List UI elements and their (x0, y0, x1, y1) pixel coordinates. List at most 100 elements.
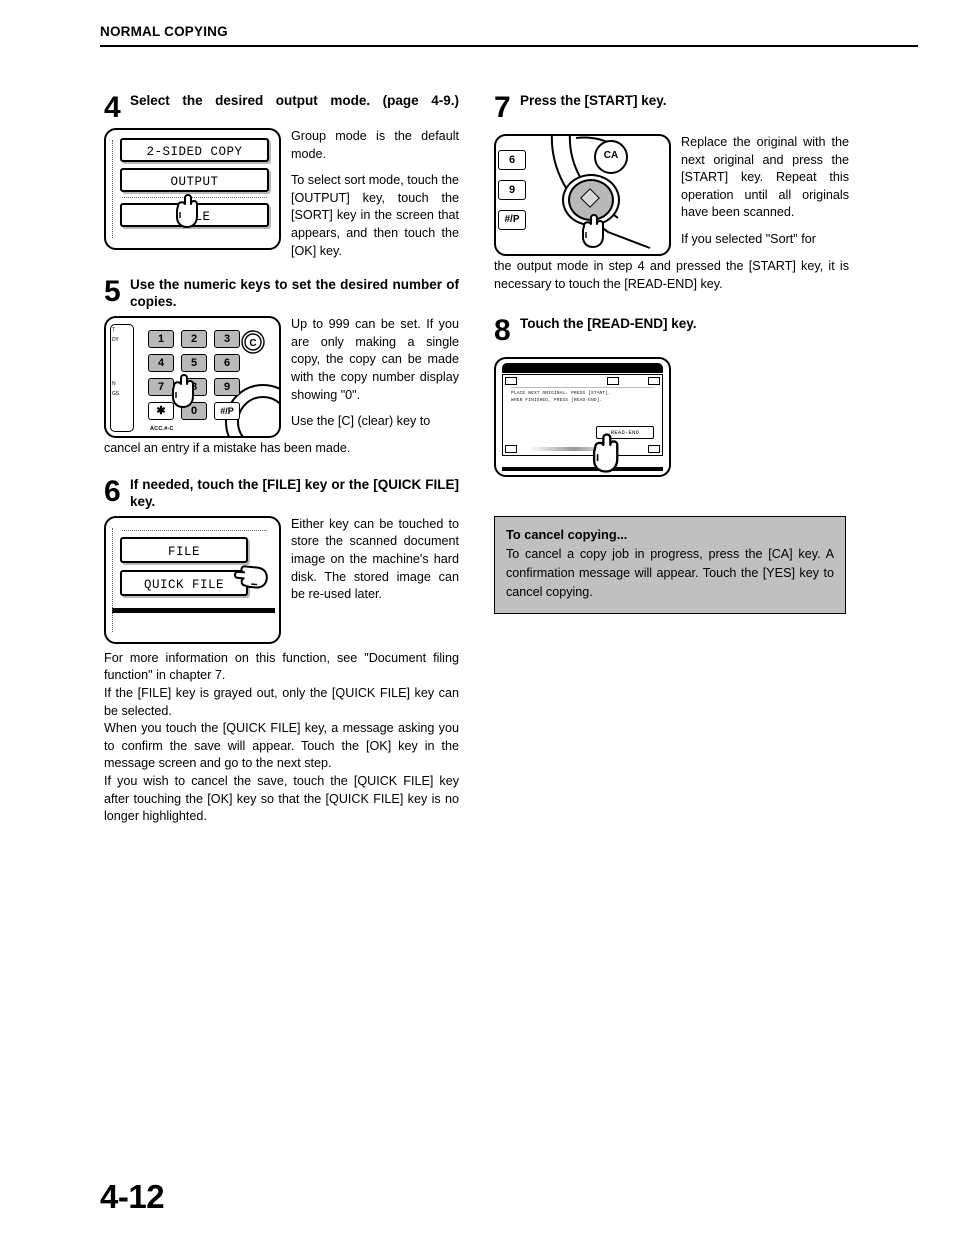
step-7-figure-cell: 6 9 #/P CA (494, 134, 671, 256)
step-5-para-2: Use the [C] (clear) key to (291, 414, 431, 429)
step-5-figure-row: T DY N GS 1 2 3 4 5 6 7 8 9 ✱ 0 #/P C AC… (104, 316, 459, 439)
step-8-figure-cell: PLACE NEXT ORIGINAL. PRESS [START]. WHEN… (494, 357, 849, 478)
step-7-heading: 7 Press the [START] key. (494, 91, 849, 124)
step-6-below-text: For more information on this function, s… (104, 650, 459, 826)
step-6-below-para-2: If the [FILE] key is grayed out, only th… (104, 685, 459, 718)
lcd-file-keys-panel: FILE QUICK FILE (104, 515, 281, 644)
start-key-panel: 6 9 #/P CA (494, 134, 671, 256)
step-7-below-para: the output mode in step 4 and pressed th… (494, 259, 849, 291)
step-7-para-1: Replace the original with the next origi… (681, 135, 849, 220)
softkey-file[interactable]: FILE (120, 536, 248, 563)
softkey-file[interactable]: FILE (120, 203, 269, 227)
keypad-side-label-1: T (112, 327, 115, 334)
keypad-key-9[interactable]: 9 (214, 378, 240, 397)
panel-bottom-bar (502, 467, 663, 472)
panel-top-bar (502, 363, 663, 374)
step-7-number: 7 (494, 91, 511, 124)
step-6-below-para-3: When you touch the [QUICK FILE] key, a m… (104, 721, 459, 771)
softkey-quick-file[interactable]: QUICK FILE (120, 569, 248, 596)
step-8-heading: 8 Touch the [READ-END] key. (494, 314, 849, 348)
step-4: 4 Select the desired output mode. (page … (104, 92, 459, 260)
keypad-side-label-2: DY (112, 337, 119, 344)
read-end-button[interactable]: READ-END (596, 426, 654, 440)
panel-inner-edge (112, 527, 113, 632)
step-5-below-para: cancel an entry if a mistake has been ma… (104, 441, 351, 456)
step-7-para-2: If you selected "Sort" for (681, 231, 816, 246)
right-column: 7 Press the [START] key. 6 9 #/P CA Repl… (494, 92, 849, 483)
panel-key-9[interactable]: 9 (498, 180, 526, 200)
screen-status-strip (529, 447, 619, 452)
step-5-figure-cell: T DY N GS 1 2 3 4 5 6 7 8 9 ✱ 0 #/P C AC… (104, 316, 281, 439)
page-header: NORMAL COPYING (100, 24, 918, 47)
note-body-para: To cancel a copy job in progress, press … (506, 547, 834, 599)
step-7-below-text: the output mode in step 4 and pressed th… (494, 258, 849, 293)
step-6-para-1: Either key can be touched to store the s… (291, 516, 459, 602)
step-6-below-para-1: For more information on this function, s… (104, 650, 459, 683)
lcd-message: PLACE NEXT ORIGINAL. PRESS [START]. WHEN… (511, 387, 654, 404)
step-6-text: Either key can be touched to store the s… (281, 516, 459, 604)
keypad-side-label-3: N (112, 381, 116, 388)
step-4-para-1: Group mode is the default mode. (291, 129, 459, 161)
step-7-title: Press the [START] key. (520, 93, 667, 108)
step-6-figure-cell: FILE QUICK FILE (104, 515, 281, 644)
numeric-keypad-panel: T DY N GS 1 2 3 4 5 6 7 8 9 ✱ 0 #/P C AC… (104, 316, 281, 439)
step-5: 5 Use the numeric keys to set the desire… (104, 276, 459, 458)
screen-notch-mid (607, 377, 619, 386)
step-4-number: 4 (104, 91, 121, 124)
keypad-key-6[interactable]: 6 (214, 354, 240, 373)
keypad-key-7[interactable]: 7 (148, 378, 174, 397)
step-5-title: Use the numeric keys to set the desired … (130, 277, 459, 310)
step-4-para-2: To select sort mode, touch the [OUTPUT] … (291, 173, 460, 258)
keypad-side-label-4: GS (112, 391, 119, 398)
read-end-screen-panel: PLACE NEXT ORIGINAL. PRESS [START]. WHEN… (494, 357, 671, 478)
step-5-below-text: cancel an entry if a mistake has been ma… (104, 440, 459, 458)
keypad-key-0[interactable]: 0 (181, 402, 207, 421)
step-4-heading: 4 Select the desired output mode. (page … (104, 91, 459, 124)
page-header-title: NORMAL COPYING (100, 24, 228, 39)
step-5-heading: 5 Use the numeric keys to set the desire… (104, 276, 459, 310)
lcd-output-mode-panel: 2-SIDED COPY OUTPUT FILE (104, 128, 281, 250)
step-8-title: Touch the [READ-END] key. (520, 316, 697, 332)
keypad-key-8[interactable]: 8 (181, 378, 207, 397)
keypad-keys: 1 2 3 4 5 6 7 8 9 ✱ 0 #/P (148, 330, 240, 421)
step-4-text: Group mode is the default mode. To selec… (281, 128, 459, 260)
header-rule (100, 45, 918, 47)
keypad-side-strip: T DY N GS (110, 324, 134, 433)
keypad-acc-label: ACC.#-C (150, 426, 174, 433)
keypad-key-asterisk[interactable]: ✱ (148, 402, 174, 421)
page-number: 4-12 (100, 1178, 165, 1215)
clear-key-icon[interactable]: C (241, 330, 265, 354)
panel-key-6[interactable]: 6 (498, 150, 526, 170)
step-6-heading: 6 If needed, touch the [FILE] key or the… (104, 476, 459, 510)
step-7: 7 Press the [START] key. 6 9 #/P CA Repl… (494, 92, 849, 293)
screen-notch-right (648, 377, 660, 386)
lcd-message-line-1: PLACE NEXT ORIGINAL. PRESS [START]. (511, 391, 611, 397)
keypad-key-hash-p[interactable]: #/P (214, 402, 240, 421)
screen-notch-bottom-left (505, 445, 517, 454)
keypad-key-2[interactable]: 2 (181, 330, 207, 349)
step-5-number: 5 (104, 275, 121, 309)
softkey-output[interactable]: OUTPUT (120, 168, 269, 192)
ca-key[interactable]: CA (594, 140, 628, 174)
softkey-2-sided-copy[interactable]: 2-SIDED COPY (120, 138, 269, 162)
step-6-number: 6 (104, 474, 121, 508)
screen-notch-left (505, 377, 517, 386)
note-body: To cancel a copy job in progress, press … (506, 545, 834, 602)
step-8-number: 8 (494, 314, 511, 348)
panel-key-hash-p[interactable]: #/P (498, 210, 526, 230)
keypad-key-4[interactable]: 4 (148, 354, 174, 373)
step-6-title: If needed, touch the [FILE] key or the [… (130, 476, 459, 509)
step-5-text: Up to 999 can be set. If you are only ma… (281, 316, 459, 431)
step-8: 8 Touch the [READ-END] key. PLACE NEXT O… (494, 314, 849, 478)
step-7-figure-row: 6 9 #/P CA Replace the original with the… (494, 134, 849, 256)
step-4-figure-cell: 2-SIDED COPY OUTPUT FILE (104, 128, 281, 250)
softkey-divider (122, 197, 267, 198)
keypad-key-5[interactable]: 5 (181, 354, 207, 373)
file-panel-top-divider (122, 529, 267, 531)
keypad-key-3[interactable]: 3 (214, 330, 240, 349)
step-4-title: Select the desired output mode. (page 4-… (130, 93, 459, 108)
step-6: 6 If needed, touch the [FILE] key or the… (104, 476, 459, 826)
lcd-message-line-2: WHEN FINISHED, PRESS [READ-END]. (511, 398, 603, 404)
cancel-copying-note: To cancel copying... To cancel a copy jo… (494, 516, 846, 614)
keypad-key-1[interactable]: 1 (148, 330, 174, 349)
